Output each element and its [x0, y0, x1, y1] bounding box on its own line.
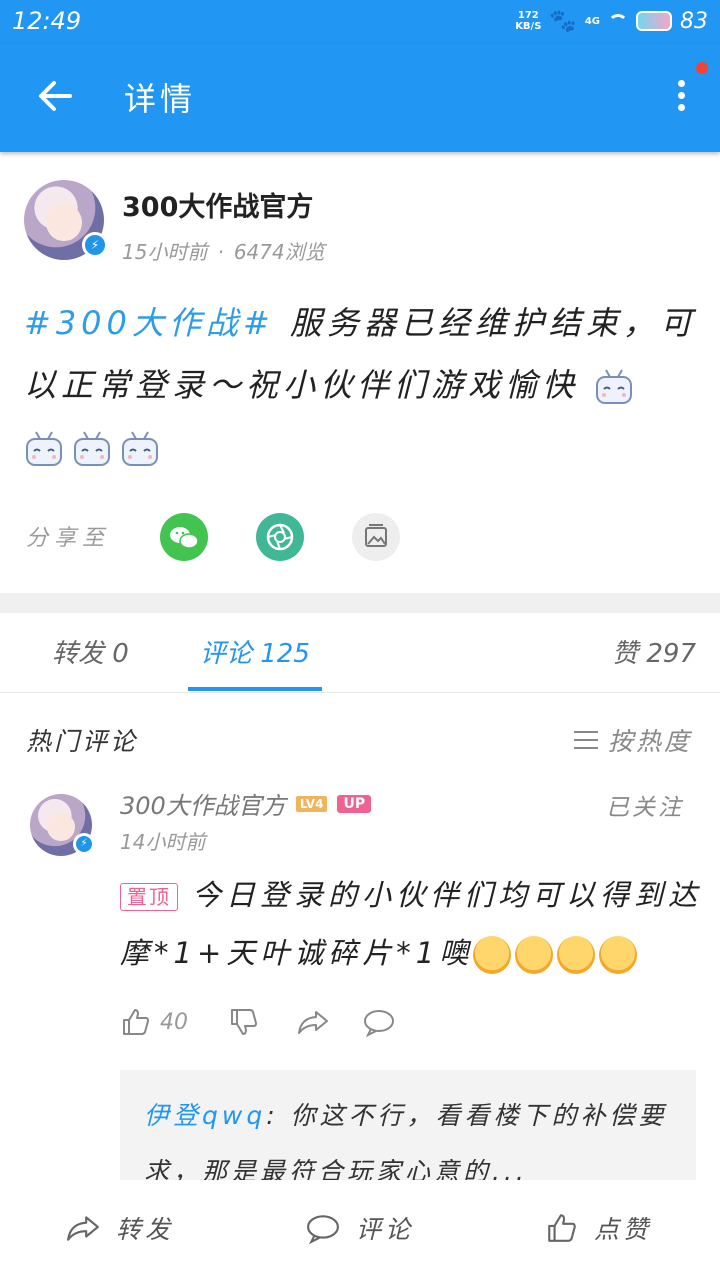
up-badge: UP [337, 794, 372, 813]
share-arrow-icon [298, 1011, 328, 1034]
tab-likes[interactable]: 赞 297 [612, 633, 696, 670]
bottom-repost-button[interactable]: 转发 [64, 1210, 174, 1246]
tab-bar: 转发 0 评论 125 赞 297 [0, 613, 720, 693]
share-moments-button[interactable] [256, 513, 304, 561]
net-speed-indicator: 172 KB/S [515, 10, 541, 32]
thumbs-down-icon [231, 1009, 257, 1035]
shy-face-emoji-icon [599, 936, 638, 974]
comment-like-button[interactable]: 40 [120, 1006, 188, 1038]
comment-body: 置顶 今日登录的小伙伴们均可以得到达摩*1+天叶诚碎片*1噢 [120, 866, 704, 982]
sort-button[interactable]: 按热度 [573, 722, 692, 758]
share-arrow-icon [67, 1216, 99, 1241]
active-tab-indicator [188, 687, 322, 691]
shy-face-emoji-icon [473, 936, 512, 974]
tab-repost[interactable]: 转发 0 [52, 633, 129, 670]
status-bar: 12:49 172 KB/S 🐾 4G 83 [0, 0, 720, 44]
status-time: 12:49 [12, 7, 82, 35]
status-icons: 172 KB/S 🐾 4G 83 [515, 6, 708, 36]
comment-time: 14小时前 [120, 830, 206, 854]
bottom-action-bar: 转发 评论 点赞 [0, 1180, 720, 1280]
wifi-icon [608, 14, 628, 28]
menu-icon [573, 731, 598, 749]
author-avatar[interactable]: ⚡ [24, 180, 108, 260]
pinned-badge: 置顶 [120, 883, 178, 911]
reply-preview[interactable]: 伊登qwq: 你这不行，看看楼下的补偿要求，那是最符合玩家心意的... [120, 1070, 696, 1180]
post-time: 15小时前 [122, 240, 208, 264]
bottom-like-label: 点赞 [594, 1215, 653, 1244]
thumbs-up-icon [123, 1009, 149, 1035]
post-views: 6474浏览 [233, 240, 325, 264]
arrow-left-icon [39, 81, 72, 111]
level-badge: LV4 [295, 795, 328, 812]
meta-separator: · [217, 240, 224, 264]
tab-comments[interactable]: 评论 125 [200, 633, 310, 670]
comment-like-count: 40 [160, 1009, 188, 1035]
comment-dislike-button[interactable] [228, 1006, 260, 1038]
app-bar: 详情 [0, 44, 720, 152]
tv-face-emoji-icon [596, 369, 633, 404]
share-wechat-button[interactable] [160, 513, 208, 561]
post-content: #300大作战# 服务器已经维护结束，可以正常登录～祝小伙伴们游戏愉快 [24, 292, 700, 478]
hot-comments-title: 热门评论 [26, 727, 139, 756]
comment-actions: 40 [120, 1006, 700, 1046]
bottom-like-button[interactable]: 点赞 [544, 1210, 652, 1246]
share-label: 分享至 [26, 526, 111, 551]
reply-user[interactable]: 伊登qwq [144, 1101, 266, 1130]
post-author-name[interactable]: 300大作战官方 [122, 185, 313, 224]
back-button[interactable] [34, 74, 78, 118]
section-divider [0, 593, 720, 613]
tv-face-emoji-icon [26, 431, 62, 466]
more-vert-icon [677, 80, 685, 87]
follow-status-button[interactable]: 已关注 [606, 788, 684, 822]
post-hashtag[interactable]: #300大作战# [24, 304, 275, 342]
comment-author-name[interactable]: 300大作战官方 [120, 786, 286, 821]
tv-face-emoji-icon [122, 431, 158, 466]
comment-more-button[interactable] [678, 1012, 684, 1040]
net-speed-unit: KB/S [515, 21, 542, 32]
battery-icon [636, 11, 672, 31]
avatar-face [47, 812, 75, 842]
share-image-button[interactable] [352, 513, 400, 561]
speech-bubble-icon [364, 1010, 394, 1038]
comment-reply-button[interactable] [362, 1006, 396, 1038]
post-meta: 15小时前 · 6474浏览 [122, 236, 325, 265]
comment-author-row: 300大作战官方 LV4 UP [120, 786, 372, 821]
tv-face-emoji-icon [74, 431, 110, 466]
avatar-face [46, 204, 82, 241]
bottom-repost-label: 转发 [116, 1215, 175, 1244]
bottom-comment-button[interactable]: 评论 [304, 1210, 414, 1246]
wechat-icon [170, 527, 199, 549]
verified-icon: ⚡ [73, 833, 95, 855]
notification-dot [696, 62, 708, 74]
image-icon [365, 524, 387, 547]
more-dot [677, 104, 685, 111]
battery-level: 83 [680, 8, 708, 34]
thumbs-up-icon [548, 1214, 576, 1242]
bottom-comment-label: 评论 [356, 1215, 415, 1244]
network-type: 4G [584, 15, 600, 27]
shy-face-emoji-icon [557, 936, 596, 974]
sort-label: 按热度 [607, 727, 692, 756]
speech-bubble-icon [307, 1215, 339, 1245]
shy-face-emoji-icon [515, 936, 554, 974]
paw-icon: 🐾 [549, 8, 577, 34]
more-dot [677, 92, 685, 99]
page-title: 详情 [124, 80, 197, 118]
comment-share-button[interactable] [296, 1006, 330, 1038]
net-speed-value: 172 [517, 10, 539, 21]
moments-icon [266, 523, 294, 551]
comment-avatar[interactable]: ⚡ [30, 794, 95, 856]
verified-icon: ⚡ [82, 232, 108, 258]
more-options-button[interactable] [676, 80, 686, 114]
